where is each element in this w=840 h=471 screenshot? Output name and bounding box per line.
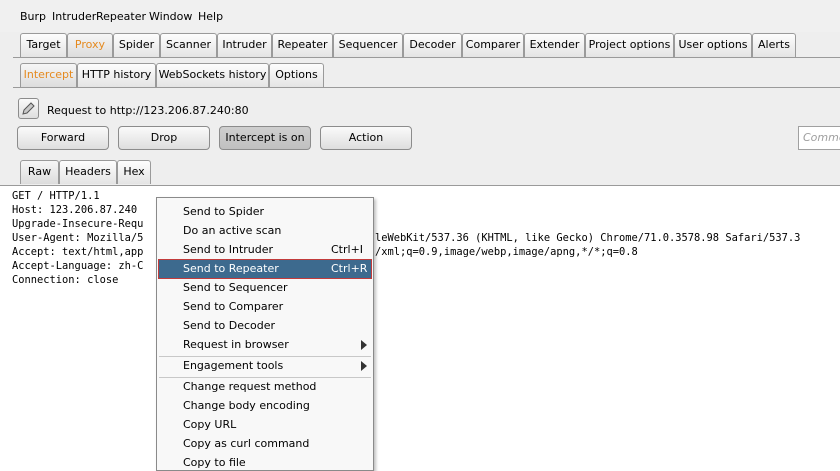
menu-help[interactable]: Help	[198, 10, 223, 23]
shortcut-label: Ctrl+R	[331, 262, 368, 275]
proxy-tabs-divider	[13, 87, 840, 88]
edit-request-button[interactable]	[18, 98, 39, 119]
tab-spider[interactable]: Spider	[113, 33, 160, 57]
tab-repeater[interactable]: Repeater	[272, 33, 333, 57]
request-target-label: Request to http://123.206.87.240:80	[47, 104, 249, 117]
menu-copy-to-file[interactable]: Copy to file	[159, 454, 371, 471]
tab-intercept[interactable]: Intercept	[20, 63, 77, 87]
action-button[interactable]: Action	[320, 126, 412, 150]
menu-window[interactable]: Window	[149, 10, 192, 23]
menu-burp[interactable]: Burp	[20, 10, 46, 23]
user-agent-tail: leWebKit/537.36 (KHTML, like Gecko) Chro…	[375, 232, 801, 244]
main-tabs-divider	[13, 57, 840, 58]
tab-scanner[interactable]: Scanner	[160, 33, 217, 57]
tab-comparer[interactable]: Comparer	[462, 33, 524, 57]
shortcut-label: Ctrl+I	[331, 243, 364, 256]
drop-button[interactable]: Drop	[118, 126, 210, 150]
context-menu: Send to Spider Do an active scan Send to…	[156, 197, 374, 471]
menu-send-to-comparer[interactable]: Send to Comparer	[159, 298, 371, 316]
tab-project-options[interactable]: Project options	[585, 33, 674, 57]
tab-http-history[interactable]: HTTP history	[77, 63, 156, 87]
tab-alerts[interactable]: Alerts	[752, 33, 796, 57]
tab-target[interactable]: Target	[20, 33, 67, 57]
menu-bar: Burp Intruder Repeater Window Help	[0, 0, 840, 32]
tab-options[interactable]: Options	[269, 63, 324, 87]
tab-intruder[interactable]: Intruder	[217, 33, 272, 57]
menu-send-to-spider[interactable]: Send to Spider	[159, 203, 371, 221]
menu-request-in-browser[interactable]: Request in browser	[159, 336, 371, 354]
pencil-icon	[22, 102, 35, 115]
tab-user-options[interactable]: User options	[674, 33, 752, 57]
menu-send-to-sequencer[interactable]: Send to Sequencer	[159, 279, 371, 297]
tab-proxy[interactable]: Proxy	[67, 33, 113, 57]
menu-copy-url[interactable]: Copy URL	[159, 416, 371, 434]
submenu-arrow-icon	[361, 340, 367, 350]
tab-headers[interactable]: Headers	[59, 160, 117, 184]
request-line: Connection: close	[12, 274, 119, 286]
request-line: Host: 123.206.87.240	[12, 204, 138, 216]
request-line: Accept: text/html,app	[12, 246, 144, 258]
comment-input[interactable]: Comme	[798, 126, 840, 150]
request-text: GET / HTTP/1.1 Host: 123.206.87.240 Upgr…	[12, 189, 143, 287]
forward-button[interactable]: Forward	[17, 126, 109, 150]
request-text-visible-tail: leWebKit/537.36 (KHTML, like Gecko) Chro…	[375, 189, 800, 273]
submenu-arrow-icon	[361, 361, 367, 371]
menu-send-to-intruder[interactable]: Send to Intruder Ctrl+I	[159, 241, 371, 259]
menu-intruder[interactable]: Intruder	[52, 10, 96, 23]
request-line: Upgrade-Insecure-Requ	[12, 218, 144, 230]
request-line: Accept-Language: zh-C	[12, 260, 144, 272]
menu-copy-as-curl[interactable]: Copy as curl command	[159, 435, 371, 453]
menu-repeater[interactable]: Repeater	[96, 10, 146, 23]
accept-tail: /xml;q=0.9,image/webp,image/apng,*/*;q=0…	[375, 246, 638, 258]
tab-raw[interactable]: Raw	[20, 160, 59, 184]
menu-engagement-tools[interactable]: Engagement tools	[159, 357, 371, 375]
tab-websockets-history[interactable]: WebSockets history	[156, 63, 269, 87]
menu-send-to-repeater[interactable]: Send to Repeater Ctrl+R	[158, 259, 372, 279]
tab-sequencer[interactable]: Sequencer	[333, 33, 403, 57]
tab-extender[interactable]: Extender	[524, 33, 585, 57]
tab-decoder[interactable]: Decoder	[403, 33, 462, 57]
intercept-toggle-button[interactable]: Intercept is on	[219, 126, 311, 150]
request-line: User-Agent: Mozilla/5	[12, 232, 144, 244]
menu-change-body-encoding[interactable]: Change body encoding	[159, 397, 371, 415]
tab-hex[interactable]: Hex	[117, 160, 151, 184]
menu-change-request-method[interactable]: Change request method	[159, 378, 371, 396]
request-line: GET / HTTP/1.1	[12, 190, 100, 202]
menu-active-scan[interactable]: Do an active scan	[159, 222, 371, 240]
request-editor[interactable]: GET / HTTP/1.1 Host: 123.206.87.240 Upgr…	[0, 185, 840, 471]
menu-send-to-decoder[interactable]: Send to Decoder	[159, 317, 371, 335]
